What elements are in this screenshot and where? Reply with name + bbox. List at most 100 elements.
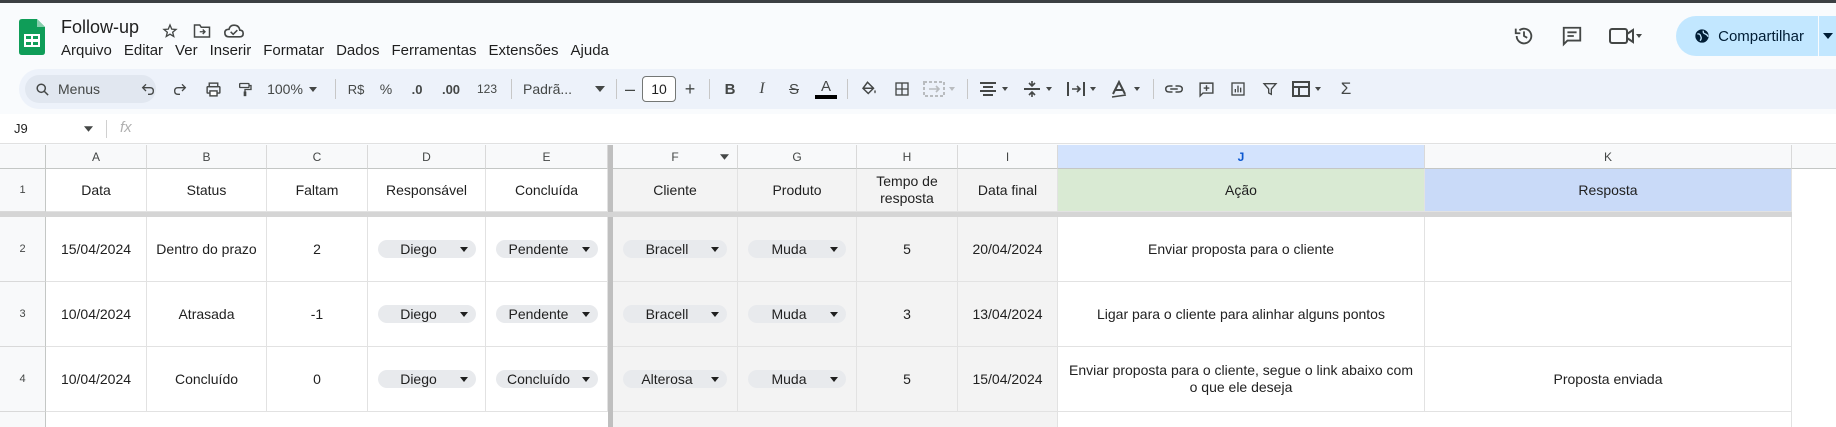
cell-produto[interactable]: Muda <box>738 282 857 347</box>
menu-dados[interactable]: Dados <box>330 42 385 59</box>
dropdown-chip[interactable]: Alterosa <box>623 370 727 388</box>
dropdown-chip[interactable]: Bracell <box>623 240 727 258</box>
row-header-3[interactable]: 3 <box>0 282 46 347</box>
share-button[interactable]: Compartilhar <box>1676 16 1818 56</box>
cell-acao[interactable]: Ligar para o cliente para alinhar alguns… <box>1058 282 1425 347</box>
cell-cliente[interactable]: Alterosa <box>613 347 738 412</box>
cell-data[interactable]: 10/04/2024 <box>46 282 147 347</box>
header-cell-produto[interactable]: Produto <box>738 169 857 212</box>
borders-icon[interactable] <box>887 69 917 109</box>
cell-resposta[interactable] <box>1425 282 1792 347</box>
column-header-a[interactable]: A <box>46 145 147 169</box>
menu-editar[interactable]: Editar <box>118 42 169 59</box>
name-box[interactable]: J9 <box>14 121 28 136</box>
cell-status[interactable]: Atrasada <box>147 282 267 347</box>
header-cell-resposta[interactable]: Resposta <box>1425 169 1792 212</box>
strikethrough-button[interactable]: S <box>779 69 809 109</box>
header-cell-tempo-resposta[interactable]: Tempo de resposta <box>857 169 958 212</box>
row-header-1[interactable]: 1 <box>0 169 46 212</box>
undo-icon[interactable] <box>134 69 162 109</box>
font-family-select[interactable]: Padrã... <box>517 69 613 109</box>
redo-icon[interactable] <box>166 69 194 109</box>
cell-tempo-resposta[interactable]: 5 <box>857 347 958 412</box>
column-header-f[interactable]: F <box>613 145 738 169</box>
cell-data[interactable]: 10/04/2024 <box>46 347 147 412</box>
dropdown-chip[interactable]: Muda <box>748 370 846 388</box>
cell-data-final[interactable]: 15/04/2024 <box>958 347 1058 412</box>
column-header-k[interactable]: K <box>1425 145 1792 169</box>
document-title[interactable]: Follow-up <box>61 17 139 38</box>
bold-button[interactable]: B <box>715 69 745 109</box>
text-color-button[interactable]: A <box>811 69 841 109</box>
insert-comment-icon[interactable] <box>1191 69 1221 109</box>
cell-faltam[interactable]: 0 <box>267 347 368 412</box>
column-header-b[interactable]: B <box>147 145 267 169</box>
horizontal-align-icon[interactable] <box>973 69 1015 109</box>
dropdown-chip[interactable]: Bracell <box>623 305 727 323</box>
cell-responsavel[interactable]: Diego <box>368 282 486 347</box>
select-all-corner[interactable] <box>0 145 46 169</box>
frozen-column-divider[interactable] <box>608 145 613 427</box>
column-header-h[interactable]: H <box>857 145 958 169</box>
dropdown-chip[interactable]: Diego <box>377 370 476 388</box>
cell-concluida[interactable]: Pendente <box>486 282 608 347</box>
merge-cells-icon[interactable] <box>919 69 961 109</box>
cell-resposta[interactable] <box>1425 217 1792 282</box>
cell-data-final[interactable]: 13/04/2024 <box>958 282 1058 347</box>
chevron-down-icon[interactable] <box>84 126 93 132</box>
comments-icon[interactable] <box>1552 16 1592 56</box>
cell-responsavel[interactable]: Diego <box>368 217 486 282</box>
decrease-font-size-icon[interactable]: – <box>619 69 641 109</box>
sheets-logo-icon[interactable] <box>19 19 45 55</box>
cell-faltam[interactable]: 2 <box>267 217 368 282</box>
menu-formatar[interactable]: Formatar <box>257 42 330 59</box>
header-cell-acao[interactable]: Ação <box>1058 169 1425 212</box>
cell-cliente[interactable]: Bracell <box>613 282 738 347</box>
text-wrapping-icon[interactable] <box>1061 69 1103 109</box>
increase-decimal-button[interactable]: .00 <box>434 69 468 109</box>
insert-chart-icon[interactable] <box>1223 69 1253 109</box>
dropdown-chip[interactable]: Muda <box>748 305 846 323</box>
cell-status[interactable]: Concluído <box>147 347 267 412</box>
italic-button[interactable]: I <box>747 69 777 109</box>
insert-link-icon[interactable] <box>1159 69 1189 109</box>
cell-data[interactable]: 15/04/2024 <box>46 217 147 282</box>
dropdown-chip[interactable]: Pendente <box>495 305 598 323</box>
row-5-partial-right[interactable] <box>1058 412 1792 427</box>
cell-tempo-resposta[interactable]: 5 <box>857 217 958 282</box>
row-header-4[interactable]: 4 <box>0 347 46 412</box>
dropdown-chip[interactable]: Concluído <box>495 370 598 388</box>
header-cell-responsavel[interactable]: Responsável <box>368 169 486 212</box>
cell-produto[interactable]: Muda <box>738 347 857 412</box>
share-dropdown-chevron-icon[interactable] <box>1818 16 1836 56</box>
header-cell-concluida[interactable]: Concluída <box>486 169 608 212</box>
cell-cliente[interactable]: Bracell <box>613 217 738 282</box>
cell-data-final[interactable]: 20/04/2024 <box>958 217 1058 282</box>
cell-status[interactable]: Dentro do prazo <box>147 217 267 282</box>
dropdown-chip[interactable]: Diego <box>377 305 476 323</box>
number-format-button[interactable]: 123 <box>471 69 503 109</box>
cell-concluida[interactable]: Pendente <box>486 217 608 282</box>
filter-views-icon[interactable] <box>1287 69 1329 109</box>
column-header-c[interactable]: C <box>267 145 368 169</box>
paint-format-icon[interactable] <box>230 69 260 109</box>
column-header-i[interactable]: I <box>958 145 1058 169</box>
header-cell-cliente[interactable]: Cliente <box>613 169 738 212</box>
column-header-j[interactable]: J <box>1058 145 1425 169</box>
formula-input[interactable] <box>140 114 1836 144</box>
filter-dropdown-icon[interactable] <box>720 154 729 160</box>
row-5-partial-frozen[interactable] <box>613 412 1058 427</box>
frozen-row-divider[interactable] <box>0 212 1792 217</box>
cell-tempo-resposta[interactable]: 3 <box>857 282 958 347</box>
header-cell-status[interactable]: Status <box>147 169 267 212</box>
row-header-2[interactable]: 2 <box>0 217 46 282</box>
zoom-select[interactable]: 100% <box>259 69 327 109</box>
format-percent-button[interactable]: % <box>373 69 399 109</box>
cloud-status-icon[interactable] <box>222 19 246 43</box>
menu-inserir[interactable]: Inserir <box>204 42 258 59</box>
header-cell-faltam[interactable]: Faltam <box>267 169 368 212</box>
print-icon[interactable] <box>198 69 228 109</box>
increase-font-size-icon[interactable]: + <box>679 69 701 109</box>
move-folder-icon[interactable] <box>190 19 214 43</box>
cell-concluida[interactable]: Concluído <box>486 347 608 412</box>
